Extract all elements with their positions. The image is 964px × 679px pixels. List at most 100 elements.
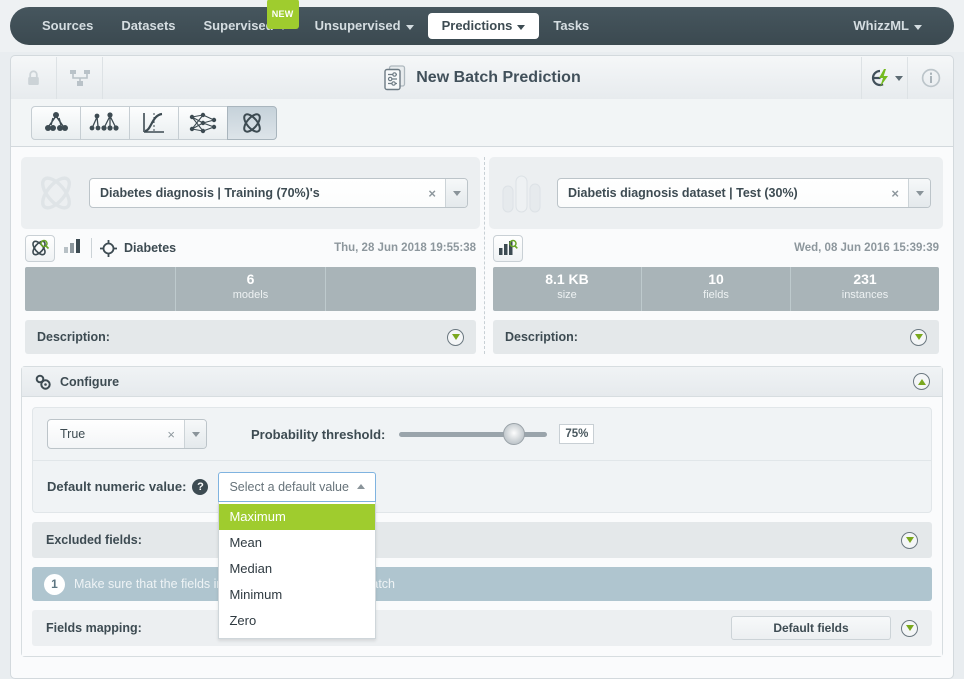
nav-label: Unsupervised xyxy=(314,18,401,33)
main-content: Diabetes diagnosis | Training (70%)'s × xyxy=(10,147,954,679)
chevron-down-icon xyxy=(517,24,526,30)
expand-down-icon[interactable] xyxy=(910,328,927,346)
bars-icon[interactable] xyxy=(63,238,83,259)
type-button-model[interactable] xyxy=(31,105,81,140)
configure-title: Configure xyxy=(60,374,120,389)
type-button-logistic-regression[interactable] xyxy=(129,105,179,140)
clear-icon[interactable]: × xyxy=(882,186,908,201)
dataset-selector-box: Diabetis diagnosis dataset | Test (30%) … xyxy=(489,157,943,229)
chevron-down-icon[interactable] xyxy=(908,179,930,207)
fusion-description-bar[interactable]: Description: xyxy=(25,320,476,354)
page-title-text: New Batch Prediction xyxy=(416,68,581,86)
expand-down-icon[interactable] xyxy=(901,531,918,549)
expand-down-icon[interactable] xyxy=(447,328,464,346)
positive-class-select[interactable]: True × xyxy=(47,419,207,449)
nav-item-unsupervised[interactable]: Unsupervised xyxy=(301,13,428,39)
nav-label: Supervised xyxy=(203,18,274,33)
stat-cell: 6 models xyxy=(176,267,327,311)
objective-field: Diabetes xyxy=(100,239,176,257)
probability-threshold-slider[interactable]: 75% xyxy=(399,422,595,445)
probability-threshold-label: Probability threshold: xyxy=(251,426,386,442)
nav-item-sources[interactable]: Sources xyxy=(28,13,107,39)
description-label: Description: xyxy=(505,330,578,344)
nav-item-predictions[interactable]: Predictions xyxy=(427,13,540,39)
fusion-preview-icon xyxy=(32,239,50,256)
whizzml-lightning-icon xyxy=(871,68,888,87)
default-numeric-dropdown: Select a default value Maximum Mean Medi… xyxy=(218,471,377,639)
threshold-row: True × Probability threshold: 75% xyxy=(33,408,931,460)
fusion-panel: Diabetes diagnosis | Training (70%)'s × xyxy=(21,157,480,354)
excluded-fields-label: Excluded fields: xyxy=(46,533,142,547)
share-network-icon xyxy=(69,69,90,86)
default-numeric-select[interactable]: Select a default value xyxy=(218,471,377,502)
fusion-select-value: Diabetes diagnosis | Training (70%)'s xyxy=(100,186,320,200)
option-maximum[interactable]: Maximum xyxy=(219,503,376,530)
header-actions xyxy=(861,56,953,99)
stat-value: 8.1 KB xyxy=(545,271,589,287)
stat-cell xyxy=(326,267,476,311)
nav-item-whizzml[interactable]: WhizzML xyxy=(839,13,936,39)
type-button-deepnet[interactable] xyxy=(178,105,228,140)
stat-cell: 8.1 KB size xyxy=(493,267,642,311)
chevron-up-icon xyxy=(357,484,366,489)
nav-label: Datasets xyxy=(121,18,176,33)
expand-down-icon[interactable] xyxy=(901,619,918,637)
dataset-preview-button[interactable] xyxy=(493,234,523,262)
fusion-select[interactable]: Diabetes diagnosis | Training (70%)'s × xyxy=(89,178,468,208)
description-label: Description: xyxy=(37,330,110,344)
dataset-date: Wed, 08 Jun 2016 15:39:39 xyxy=(794,242,939,254)
page-header: New Batch Prediction xyxy=(10,55,954,99)
option-median[interactable]: Median xyxy=(219,556,375,582)
fusion-preview-button[interactable] xyxy=(25,234,55,262)
option-minimum[interactable]: Minimum xyxy=(219,582,375,608)
stat-cell xyxy=(25,267,176,311)
info-icon xyxy=(921,68,940,87)
configure-body: True × Probability threshold: 75% Defaul… xyxy=(22,397,942,656)
nav-label: Sources xyxy=(42,18,94,33)
default-fields-button[interactable]: Default fields xyxy=(731,616,891,640)
chevron-down-icon[interactable] xyxy=(445,179,467,207)
fusion-date: Thu, 28 Jun 2018 19:55:38 xyxy=(334,242,476,254)
option-zero[interactable]: Zero xyxy=(219,608,375,634)
whizzml-action-button[interactable] xyxy=(861,56,907,99)
deepnet-icon xyxy=(189,112,217,133)
option-mean[interactable]: Mean xyxy=(219,530,375,556)
clear-icon[interactable]: × xyxy=(158,427,184,442)
collapse-up-icon[interactable] xyxy=(913,373,930,390)
dataset-select[interactable]: Diabetis diagnosis dataset | Test (30%) … xyxy=(557,178,931,208)
stat-cell: 10 fields xyxy=(642,267,791,311)
fields-mapping-bar[interactable]: Fields mapping: Default fields xyxy=(32,610,932,646)
model-type-toolbar xyxy=(10,99,954,147)
default-numeric-placeholder: Select a default value xyxy=(229,479,349,494)
type-button-fusion[interactable] xyxy=(227,105,277,140)
slider-track[interactable] xyxy=(399,422,548,445)
stat-value: 10 xyxy=(708,271,724,287)
chevron-down-icon[interactable] xyxy=(184,420,206,448)
fusion-info-row: Diabetes Thu, 28 Jun 2018 19:55:38 xyxy=(21,229,480,267)
target-icon xyxy=(100,239,117,257)
nav-label: WhizzML xyxy=(853,18,909,33)
excluded-fields-bar[interactable]: Excluded fields: xyxy=(32,522,932,558)
nav-item-supervised[interactable]: Supervised NEW xyxy=(190,0,301,39)
fusion-icon xyxy=(33,171,79,215)
divider xyxy=(91,238,92,258)
configure-panel: True × Probability threshold: 75% Defaul… xyxy=(32,407,932,639)
top-navigation-bar: Sources Datasets Supervised NEW Unsuperv… xyxy=(0,0,964,52)
configure-header[interactable]: Configure xyxy=(22,367,942,397)
dataset-description-bar[interactable]: Description: xyxy=(493,320,939,354)
positive-class-value: True xyxy=(60,427,86,441)
info-button[interactable] xyxy=(907,56,953,99)
nav-item-datasets[interactable]: Datasets xyxy=(107,13,189,39)
lock-button[interactable] xyxy=(11,56,57,99)
dataset-stat-bar: 8.1 KB size 10 fields 231 instances xyxy=(493,267,939,311)
stat-value: 231 xyxy=(853,271,877,287)
share-button[interactable] xyxy=(57,56,103,99)
dataset-icon xyxy=(501,171,547,215)
type-button-ensemble[interactable] xyxy=(80,105,130,140)
clear-icon[interactable]: × xyxy=(419,186,445,201)
question-mark-icon[interactable]: ? xyxy=(192,478,209,495)
lock-icon xyxy=(28,69,39,85)
nav-item-tasks[interactable]: Tasks xyxy=(539,13,603,39)
chevron-down-icon xyxy=(914,24,922,30)
slider-knob[interactable] xyxy=(503,422,526,445)
